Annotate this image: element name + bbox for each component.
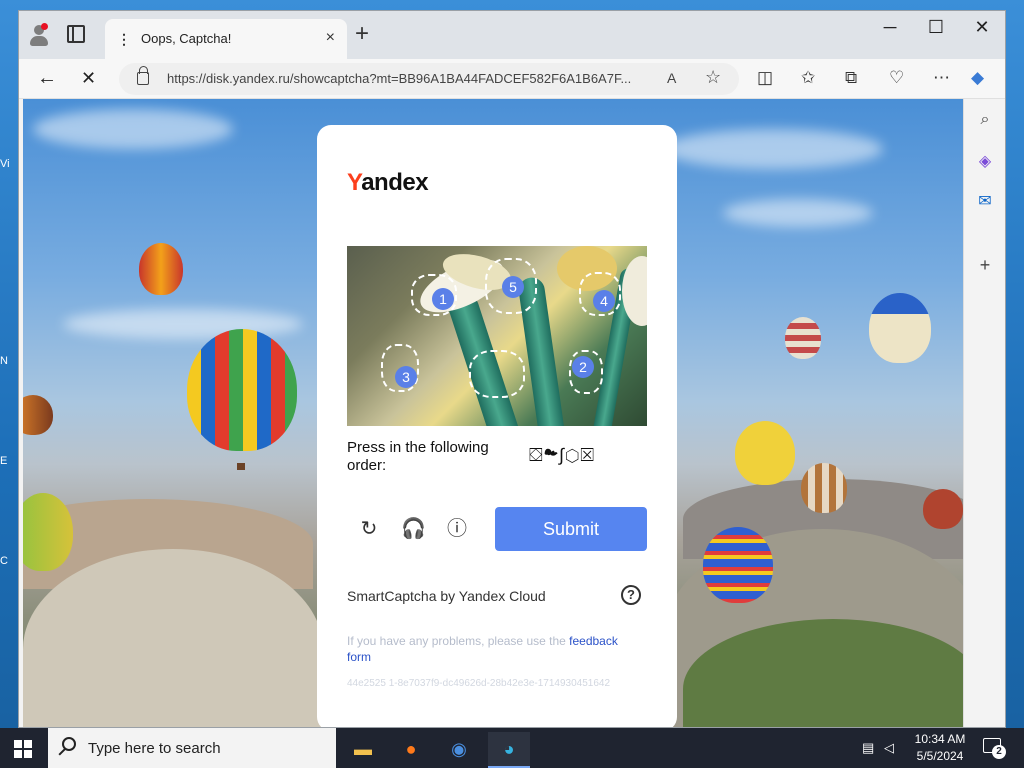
- chrome-icon[interactable]: ◉: [438, 732, 480, 768]
- help-icon[interactable]: ?: [621, 585, 641, 605]
- minimize-button[interactable]: ─: [867, 17, 913, 38]
- order-icons: ⛋☁∫⬡☒: [529, 445, 596, 465]
- taskbar: Type here to search ▬ ● ◉ ◕ ▤ ◁ 10:34 AM…: [0, 728, 1024, 768]
- file-explorer-icon[interactable]: ▬: [342, 732, 384, 768]
- maximize-button[interactable]: ☐: [913, 17, 959, 38]
- tab-title: Oops, Captcha!: [141, 31, 232, 46]
- loading-icon: ⋮: [117, 31, 131, 47]
- yandex-logo: Yandex: [347, 169, 429, 196]
- page-background: Yandex 1 2 3 4 5 Press in the following …: [23, 99, 963, 727]
- captcha-instruction: Press in the following order:: [347, 439, 489, 474]
- captcha-marker[interactable]: 2: [572, 356, 594, 378]
- edge-icon[interactable]: ◕: [488, 732, 530, 768]
- info-icon[interactable]: ⓘ: [445, 517, 469, 541]
- close-window-button[interactable]: ✕: [959, 17, 1005, 38]
- captcha-marker[interactable]: 1: [432, 288, 454, 310]
- tab-close-icon[interactable]: ×: [326, 29, 335, 47]
- url-text[interactable]: https://disk.yandex.ru/showcaptcha?mt=BB…: [167, 71, 631, 86]
- add-icon[interactable]: +: [976, 255, 994, 275]
- lock-icon[interactable]: [137, 66, 149, 85]
- new-tab-button[interactable]: +: [355, 21, 369, 47]
- add-favorite-icon[interactable]: ☆: [705, 67, 721, 88]
- stop-loading-button[interactable]: ✕: [81, 67, 96, 89]
- browser-window: ⋮ Oops, Captcha! × + ─ ☐ ✕ ← ✕ https://d…: [18, 10, 1006, 728]
- address-bar-row: ← ✕ https://disk.yandex.ru/showcaptcha?m…: [19, 59, 1005, 99]
- smartcaptcha-brand: SmartCaptcha by Yandex Cloud: [347, 588, 546, 604]
- captcha-image[interactable]: 1 2 3 4 5: [347, 246, 647, 426]
- address-bar[interactable]: https://disk.yandex.ru/showcaptcha?mt=BB…: [119, 63, 739, 95]
- notification-badge: 2: [992, 745, 1006, 759]
- tab-oops-captcha[interactable]: ⋮ Oops, Captcha! ×: [105, 19, 347, 59]
- windows-start-icon[interactable]: [14, 740, 32, 758]
- edge-sidebar: ⌕ ◈ ✉ + ⚙: [963, 99, 1005, 727]
- audio-captcha-icon[interactable]: 🎧: [401, 517, 426, 541]
- time: 10:34 AM: [914, 732, 966, 746]
- more-icon[interactable]: ⋯: [933, 68, 950, 88]
- tab-bar: ⋮ Oops, Captcha! × + ─ ☐ ✕: [19, 11, 1005, 59]
- read-aloud-icon[interactable]: A: [667, 70, 676, 86]
- clock[interactable]: 10:34 AM 5/5/2024: [908, 731, 972, 765]
- desktop-icon-label[interactable]: N: [0, 355, 18, 373]
- desktop-icon-label[interactable]: Vi: [0, 158, 18, 176]
- profile-avatar[interactable]: [27, 23, 51, 47]
- copilot-icon[interactable]: ◆: [971, 68, 984, 88]
- taskbar-search[interactable]: Type here to search: [48, 728, 336, 768]
- search-icon: [62, 737, 76, 751]
- network-icon[interactable]: ▤: [862, 740, 874, 756]
- favorites-icon[interactable]: ✩: [801, 68, 815, 88]
- firefox-icon[interactable]: ●: [390, 732, 432, 768]
- volume-muted-icon[interactable]: ◁: [884, 740, 894, 756]
- collections-icon[interactable]: ⧉: [845, 68, 857, 88]
- captcha-marker[interactable]: 3: [395, 366, 417, 388]
- date: 5/5/2024: [916, 749, 964, 763]
- split-screen-icon[interactable]: ◫: [757, 68, 773, 88]
- browser-essentials-icon[interactable]: ♡: [889, 68, 904, 88]
- captcha-marker[interactable]: 5: [502, 276, 524, 298]
- refresh-icon[interactable]: ↻: [357, 517, 381, 541]
- desktop-icon-label[interactable]: E: [0, 455, 18, 473]
- tab-actions-icon[interactable]: [67, 25, 85, 43]
- captcha-hash: 44e2525 1-8e7037f9-dc49626d-28b42e3e-171…: [347, 678, 611, 689]
- notification-icon[interactable]: 2: [983, 738, 1006, 759]
- submit-button[interactable]: Submit: [495, 507, 647, 551]
- problem-text: If you have any problems, please use the…: [347, 634, 618, 664]
- discover-icon[interactable]: ◈: [976, 151, 994, 170]
- back-button[interactable]: ←: [37, 67, 57, 89]
- desktop-icon-label[interactable]: C: [0, 555, 18, 573]
- captcha-card: Yandex 1 2 3 4 5 Press in the following …: [317, 125, 677, 727]
- outlook-icon[interactable]: ✉: [976, 191, 994, 210]
- captcha-marker[interactable]: 4: [593, 290, 615, 312]
- search-icon[interactable]: ⌕: [976, 111, 994, 129]
- search-placeholder[interactable]: Type here to search: [88, 740, 221, 757]
